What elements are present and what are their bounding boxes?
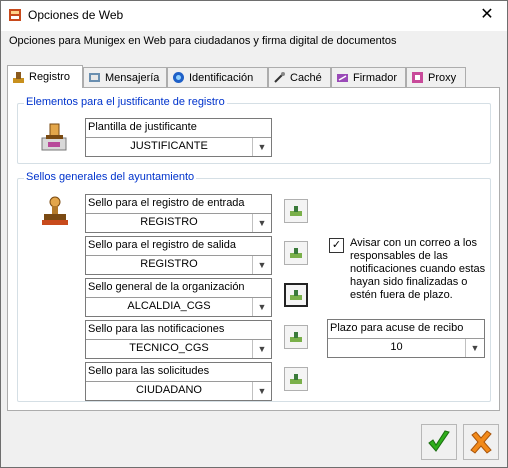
sello-salida-value: REGISTRO xyxy=(140,258,198,270)
chevron-down-icon[interactable]: ▼ xyxy=(252,138,271,156)
registro-icon xyxy=(13,71,24,83)
sello-notificaciones-combo[interactable]: Sello para las notificaciones TECNICO_CG… xyxy=(85,320,272,359)
sello-entrada-stamp-button[interactable] xyxy=(284,199,308,223)
tab-registro[interactable]: Registro xyxy=(7,65,83,88)
plantilla-select: JUSTIFICANTE ▼ xyxy=(86,137,271,156)
group-title: Sellos generales del ayuntamiento xyxy=(24,171,197,183)
plantilla-label: Plantilla de justificante xyxy=(88,121,197,133)
sello-notificaciones-stamp-button[interactable] xyxy=(284,325,308,349)
tab-label: Firmador xyxy=(353,71,398,84)
group-sellos: Sellos generales del ayuntamiento Sello … xyxy=(17,171,491,402)
sello-entrada-combo[interactable]: Sello para el registro de entrada REGIST… xyxy=(85,194,272,233)
sello-solicitudes-stamp-button[interactable] xyxy=(284,367,308,391)
cancel-button[interactable] xyxy=(463,424,499,460)
sello-solicitudes-combo[interactable]: Sello para las solicitudes CIUDADANO ▼ xyxy=(85,362,272,401)
identificacion-icon xyxy=(173,72,184,83)
chevron-down-icon[interactable]: ▼ xyxy=(252,214,271,232)
tab-proxy[interactable]: Proxy xyxy=(406,67,466,87)
plazo-combo[interactable]: Plazo para acuse de recibo 10 ▼ xyxy=(327,319,485,358)
options-window: Opciones de Web ✕ Opciones para Munigex … xyxy=(0,0,508,468)
sello-salida-stamp-button[interactable] xyxy=(284,241,308,265)
sello-organizacion-stamp-button[interactable] xyxy=(284,283,308,307)
sello-entrada-value: REGISTRO xyxy=(140,216,198,228)
plazo-value: 10 xyxy=(390,341,403,353)
tab-mensajeria[interactable]: Mensajería xyxy=(83,67,167,87)
sello-solicitudes-label: Sello para las solicitudes xyxy=(88,365,210,377)
chevron-down-icon[interactable]: ▼ xyxy=(252,298,271,316)
window-title: Opciones de Web xyxy=(28,8,124,22)
group-justificante: Elementos para el justificante de regist… xyxy=(17,96,491,164)
tab-label: Registro xyxy=(29,71,70,83)
tab-label: Caché xyxy=(290,71,322,84)
stamp-small-icon xyxy=(290,374,302,384)
proxy-icon xyxy=(412,72,423,83)
firmador-icon xyxy=(337,74,348,82)
sello-salida-label: Sello para el registro de salida xyxy=(88,239,236,251)
group-title: Elementos para el justificante de regist… xyxy=(24,96,227,108)
plantilla-combo[interactable]: Plantilla de justificante JUSTIFICANTE ▼ xyxy=(85,118,272,157)
sello-notificaciones-label: Sello para las notificaciones xyxy=(88,323,225,335)
chevron-down-icon[interactable]: ▼ xyxy=(252,340,271,358)
close-button[interactable]: ✕ xyxy=(467,1,507,31)
checkmark-icon xyxy=(428,430,450,452)
stamp-icon xyxy=(42,196,68,225)
cache-icon xyxy=(274,72,285,83)
sello-salida-select: REGISTRO ▼ xyxy=(86,255,271,274)
sello-entrada-label: Sello para el registro de entrada xyxy=(88,197,245,209)
plazo-select: 10 ▼ xyxy=(328,338,484,357)
sello-organizacion-label: Sello general de la organización xyxy=(88,281,245,293)
tab-identificacion[interactable]: Identificación xyxy=(167,67,268,87)
chevron-down-icon[interactable]: ▼ xyxy=(252,256,271,274)
plantilla-value: JUSTIFICANTE xyxy=(130,140,208,152)
tab-firmador[interactable]: Firmador xyxy=(331,67,406,87)
tab-label: Mensajería xyxy=(105,71,160,84)
stamp-small-icon xyxy=(290,290,302,300)
stamp-certificate-icon xyxy=(41,123,67,151)
chevron-down-icon[interactable]: ▼ xyxy=(252,382,271,400)
window-subtitle: Opciones para Munigex en Web para ciudad… xyxy=(9,35,397,47)
app-icon xyxy=(9,9,21,21)
sello-organizacion-select: ALCALDIA_CGS ▼ xyxy=(86,297,271,316)
tab-label: Identificación xyxy=(189,71,254,84)
sello-notificaciones-select: TECNICO_CGS ▼ xyxy=(86,339,271,358)
stamp-small-icon xyxy=(290,248,302,258)
chevron-down-icon[interactable]: ▼ xyxy=(465,339,484,357)
stamp-small-icon xyxy=(290,332,302,342)
aviso-label: Avisar con un correo a los responsables … xyxy=(350,237,486,301)
sello-salida-combo[interactable]: Sello para el registro de salida REGISTR… xyxy=(85,236,272,275)
stamp-small-icon xyxy=(290,206,302,216)
sello-notificaciones-value: TECNICO_CGS xyxy=(129,342,209,354)
close-icon: ✕ xyxy=(480,6,494,23)
checkmark-icon: ✓ xyxy=(331,239,342,251)
tab-cache[interactable]: Caché xyxy=(268,67,331,87)
sello-solicitudes-select: CIUDADANO ▼ xyxy=(86,381,271,400)
plazo-label: Plazo para acuse de recibo xyxy=(330,322,464,334)
sello-organizacion-combo[interactable]: Sello general de la organización ALCALDI… xyxy=(85,278,272,317)
mensajeria-icon xyxy=(89,73,100,82)
accept-button[interactable] xyxy=(421,424,457,460)
cancel-x-icon xyxy=(470,430,492,454)
tab-label: Proxy xyxy=(428,71,457,84)
tab-panel-registro: Elementos para el justificante de regist… xyxy=(7,87,500,411)
sello-entrada-select: REGISTRO ▼ xyxy=(86,213,271,232)
aviso-checkbox[interactable]: ✓ xyxy=(329,238,344,253)
tab-strip: Registro Mensajería Identificación Caché… xyxy=(7,65,507,88)
sello-organizacion-value: ALCALDIA_CGS xyxy=(127,300,211,312)
sello-solicitudes-value: CIUDADANO xyxy=(135,384,202,396)
title-bar: Opciones de Web ✕ xyxy=(1,1,507,31)
